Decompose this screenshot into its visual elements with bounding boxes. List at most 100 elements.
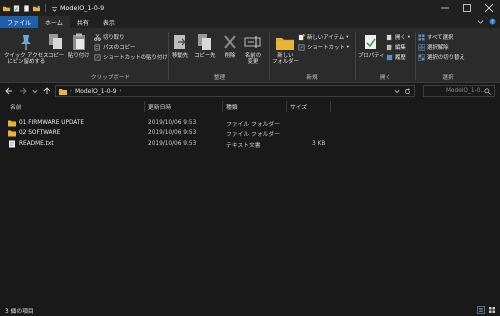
file-row[interactable]: README.txt 2019/10/06 9:53 テキスト文書 3 KB	[6, 139, 346, 149]
title-bar: ModelO_1-0-9	[0, 0, 500, 16]
select-none-button[interactable]: 選択解除	[418, 43, 449, 51]
copy-path-button[interactable]: パスのコピー	[94, 43, 135, 51]
cut-button[interactable]: 切り取り	[94, 33, 125, 41]
ribbon-divider	[415, 32, 416, 80]
properties-label: プロパティ	[358, 53, 385, 59]
pin-quick-access-label: クイック アクセス にピン留めする	[4, 53, 49, 66]
new-folder-button[interactable]: 新しい フォルダー	[272, 33, 299, 65]
shortcut-button[interactable]: ショートカット ▾	[298, 43, 349, 51]
copy-button[interactable]: コピー	[48, 33, 64, 59]
dropdown-arrow-icon: ▾	[346, 44, 350, 50]
shortcut-icon	[298, 44, 305, 50]
history-button[interactable]: 履歴	[386, 53, 406, 61]
paste-button[interactable]: 貼り付け	[68, 33, 90, 59]
select-all-button[interactable]: すべて選択	[418, 33, 453, 41]
close-button[interactable]	[478, 0, 500, 16]
new-folder-label: 新しい フォルダー	[272, 53, 299, 66]
move-to-icon	[174, 35, 186, 49]
chevron-down-icon[interactable]	[394, 88, 400, 94]
shortcut-label: ショートカット	[307, 45, 345, 51]
new-folder-icon[interactable]	[33, 5, 40, 12]
column-divider[interactable]	[286, 101, 287, 112]
tab-file[interactable]: ファイル	[0, 16, 39, 28]
breadcrumb-path[interactable]: ModelO_1-0-9	[75, 88, 117, 95]
ribbon-tabs: ファイル ホーム 共有 表示 ?	[0, 16, 500, 28]
history-icon	[386, 54, 393, 60]
properties-button[interactable]: プロパティ	[358, 33, 385, 59]
minimize-icon	[441, 7, 449, 9]
minimize-button[interactable]	[434, 0, 456, 16]
back-button[interactable]	[4, 86, 14, 96]
column-header-type[interactable]: 種類	[226, 101, 238, 112]
delete-button[interactable]: 削除	[222, 33, 238, 59]
select-none-label: 選択解除	[427, 45, 449, 51]
group-label-clipboard: クリップボード	[90, 75, 131, 81]
new-item-icon	[298, 33, 305, 40]
arrow-up-icon	[43, 87, 51, 94]
copy-to-button[interactable]: コピー先	[194, 33, 216, 59]
file-modified: 2019/10/06 9:53	[148, 120, 197, 126]
file-name: 02 SOFTWARE	[19, 130, 61, 136]
properties-icon	[365, 35, 377, 49]
chevron-down-icon[interactable]	[477, 18, 484, 25]
new-document-icon[interactable]	[23, 4, 30, 12]
column-header-name[interactable]: 名前	[10, 101, 22, 112]
recent-locations-button[interactable]	[30, 86, 40, 96]
refresh-icon[interactable]	[404, 87, 411, 95]
navigation-bar: › ModelO_1-0-9 › ModelO_1-0...	[0, 83, 500, 99]
paste-shortcut-label: ショートカットの貼り付け	[103, 55, 168, 61]
paste-shortcut-button[interactable]: ショートカットの貼り付け	[94, 53, 168, 61]
ribbon-divider	[269, 32, 270, 80]
new-item-button[interactable]: 新しいアイテム ▾	[298, 33, 348, 41]
chevron-down-icon	[32, 89, 38, 94]
open-button[interactable]: 開く ▾	[386, 33, 410, 41]
paste-icon	[72, 33, 85, 50]
invert-selection-button[interactable]: 選択の切り替え	[418, 53, 465, 61]
copy-to-label: コピー先	[194, 53, 216, 59]
arrow-right-icon	[20, 87, 27, 95]
group-label-new: 新規	[306, 75, 318, 81]
invert-selection-icon	[418, 53, 425, 61]
open-icon	[386, 34, 392, 40]
rename-icon	[244, 36, 261, 48]
dropdown-arrow-icon: ▾	[346, 34, 349, 40]
column-header-modified[interactable]: 更新日時	[148, 101, 171, 112]
invert-selection-label: 選択の切り替え	[427, 55, 465, 61]
move-to-button[interactable]: 移動先	[172, 33, 188, 59]
file-type: ファイル フォルダー	[226, 131, 281, 138]
pin-quick-access-button[interactable]: クイック アクセス にピン留めする	[4, 33, 49, 65]
help-icon[interactable]: ?	[489, 18, 496, 25]
details-view-icon[interactable]	[477, 306, 485, 314]
column-divider[interactable]	[222, 101, 223, 112]
column-divider[interactable]	[330, 101, 331, 112]
tab-view[interactable]: 表示	[96, 16, 122, 28]
large-icons-view-icon[interactable]	[488, 306, 496, 314]
new-folder-icon	[276, 38, 295, 50]
column-header-size[interactable]: サイズ	[290, 101, 307, 112]
item-count: 3 個の項目	[5, 308, 34, 315]
edit-button[interactable]: 編集	[386, 43, 406, 51]
search-input[interactable]: ModelO_1-0...	[423, 85, 495, 97]
customize-toolbar-icon[interactable]	[51, 5, 58, 12]
up-button[interactable]	[42, 86, 52, 96]
properties-icon[interactable]	[13, 4, 20, 12]
maximize-button[interactable]	[456, 0, 478, 16]
file-name: 01 FIRMWARE UPDATE	[19, 120, 85, 126]
breadcrumb-separator-icon: ›	[70, 88, 72, 94]
new-item-label: 新しいアイテム	[307, 35, 345, 41]
forward-button[interactable]	[18, 86, 28, 96]
copy-to-icon	[197, 34, 211, 50]
view-toggles	[477, 306, 496, 314]
file-row[interactable]: 02 SOFTWARE 2019/10/06 9:53 ファイル フォルダー	[6, 128, 346, 138]
scissors-icon	[94, 33, 101, 41]
arrow-left-icon	[5, 87, 12, 95]
rename-button[interactable]: 名前の 変更	[244, 33, 262, 65]
tab-home[interactable]: ホーム	[38, 16, 70, 28]
tab-share[interactable]: 共有	[70, 16, 96, 28]
file-row[interactable]: 01 FIRMWARE UPDATE 2019/10/06 9:53 ファイル …	[6, 118, 346, 128]
folder-icon	[8, 130, 16, 137]
folder-icon	[3, 6, 10, 11]
address-bar[interactable]: › ModelO_1-0-9 ›	[55, 85, 415, 97]
column-divider[interactable]	[144, 101, 145, 112]
ribbon-divider	[168, 32, 169, 80]
